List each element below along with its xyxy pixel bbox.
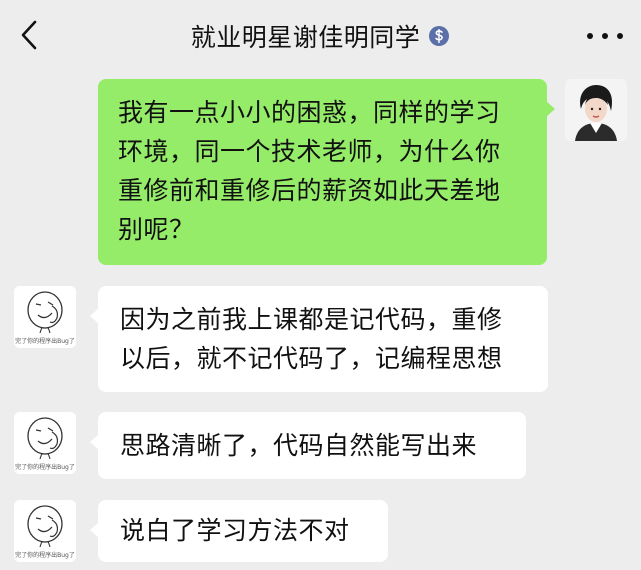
bubble-tail — [90, 522, 99, 538]
message-bubble-received[interactable]: 因为之前我上课都是记代码，重修 以后，就不记代码了，记编程思想 — [90, 286, 548, 392]
message-line: 以后，就不记代码了，记编程思想 — [120, 344, 503, 373]
more-dot — [602, 33, 608, 39]
message-line: 思路清晰了，代码自然能写出来 — [120, 431, 478, 460]
chat-header: 就业明星谢佳明同学 — [0, 0, 641, 72]
message-bubble-received[interactable]: 思路清晰了，代码自然能写出来 — [90, 412, 526, 479]
message-bubble-sent[interactable]: 我有一点小小的困惑，同样的学习 环境，同一个技术老师，为什么你 重修前和重修后的… — [98, 79, 555, 265]
message-line: 说白了学习方法不对 — [120, 516, 350, 545]
contact-avatar[interactable]: 完了你的程序出Bug了 — [14, 286, 76, 348]
dollar-badge-icon — [428, 25, 450, 47]
message-line: 我有一点小小的困惑，同样的学习 — [118, 98, 501, 127]
self-avatar[interactable] — [565, 79, 627, 141]
chat-title-wrap: 就业明星谢佳明同学 — [0, 16, 641, 56]
message-line: 因为之前我上课都是记代码，重修 — [120, 305, 503, 334]
message-line: 环境，同一个技术老师，为什么你 — [118, 137, 501, 166]
contact-avatar[interactable]: 完了你的程序出Bug了 — [14, 412, 76, 474]
contact-avatar[interactable]: 完了你的程序出Bug了 — [14, 500, 76, 562]
avatar-caption: 完了你的程序出Bug了 — [15, 464, 75, 471]
message-line: 重修前和重修后的薪资如此天差地 — [118, 176, 501, 205]
bubble-tail — [90, 308, 99, 324]
avatar-caption: 完了你的程序出Bug了 — [15, 552, 75, 559]
bubble-tail — [90, 434, 99, 450]
more-options-button[interactable] — [587, 24, 623, 48]
message-bubble-received[interactable]: 说白了学习方法不对 — [90, 500, 388, 562]
user-photo-icon — [565, 79, 627, 141]
avatar-caption: 完了你的程序出Bug了 — [15, 338, 75, 345]
bubble-tail — [546, 101, 555, 117]
message-line: 别呢？ — [118, 215, 195, 244]
more-dot — [617, 33, 623, 39]
chat-title: 就业明星谢佳明同学 — [190, 23, 421, 52]
more-dot — [587, 33, 593, 39]
